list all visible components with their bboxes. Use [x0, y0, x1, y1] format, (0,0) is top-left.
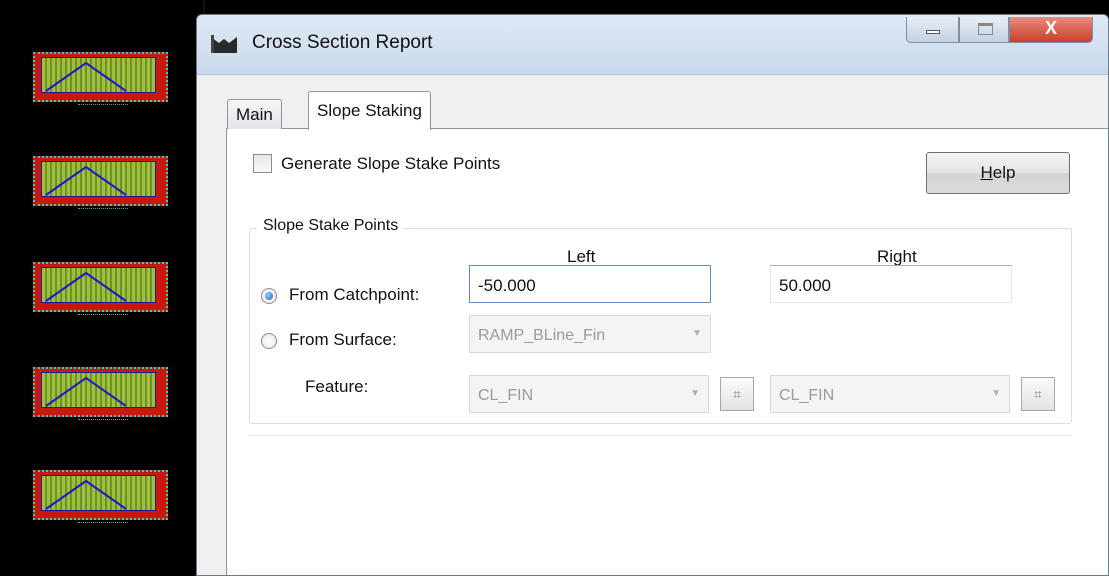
from-surface-radio[interactable] [261, 333, 277, 349]
from-surface-label[interactable]: From Surface: [289, 330, 397, 350]
left-feature-select[interactable]: CL_FIN ▼ [469, 375, 709, 413]
right-feature-value: CL_FIN [779, 387, 835, 404]
minimize-button[interactable] [906, 17, 959, 43]
left-catchpoint-input[interactable]: -50.000 [469, 265, 711, 303]
cross-section-report-dialog: Cross Section Report X Main Slope Stakin… [196, 14, 1109, 576]
target-pick-icon: ⌗ [1034, 386, 1042, 402]
tab-slope-staking[interactable]: Slope Staking [308, 91, 431, 130]
divider [249, 435, 1072, 436]
right-column-header: Right [877, 247, 917, 266]
from-catchpoint-label[interactable]: From Catchpoint: [289, 285, 419, 305]
close-button[interactable]: X [1009, 17, 1093, 43]
cross-section-thumbnail [33, 367, 168, 427]
close-icon: X [1044, 18, 1057, 38]
cross-section-thumbnail [33, 156, 168, 216]
help-mnemonic: H [980, 163, 993, 182]
right-feature-select[interactable]: CL_FIN ▼ [770, 375, 1010, 413]
window-title: Cross Section Report [252, 32, 433, 53]
maximize-button[interactable] [959, 17, 1009, 43]
surface-select[interactable]: RAMP_BLine_Fin ▼ [469, 315, 711, 353]
target-pick-icon: ⌗ [733, 386, 741, 402]
chevron-down-icon: ▼ [690, 388, 700, 399]
cross-section-thumbnail [33, 52, 168, 112]
chevron-down-icon: ▼ [692, 328, 702, 339]
cross-section-icon [211, 35, 237, 53]
right-catchpoint-input[interactable]: 50.000 [770, 265, 1012, 303]
cad-view [0, 0, 205, 576]
help-button[interactable]: Help [926, 152, 1070, 194]
left-feature-pick-button[interactable]: ⌗ [720, 377, 754, 411]
minimize-icon [926, 30, 940, 34]
title-bar[interactable]: Cross Section Report X [197, 15, 1108, 75]
left-feature-value: CL_FIN [478, 387, 534, 404]
group-title: Slope Stake Points [257, 217, 405, 235]
feature-label: Feature: [305, 377, 369, 396]
surface-select-value: RAMP_BLine_Fin [478, 327, 606, 344]
cross-section-thumbnail [33, 262, 168, 322]
generate-slope-stake-checkbox[interactable] [253, 154, 272, 173]
generate-slope-stake-label[interactable]: Generate Slope Stake Points [281, 154, 500, 174]
chevron-down-icon: ▼ [991, 388, 1001, 399]
cross-section-thumbnail [33, 470, 168, 530]
help-label-rest: elp [992, 163, 1016, 182]
left-column-header: Left [567, 247, 596, 266]
right-feature-pick-button[interactable]: ⌗ [1021, 377, 1055, 411]
from-catchpoint-radio[interactable] [261, 288, 277, 304]
maximize-icon [978, 23, 993, 35]
tab-main[interactable]: Main [227, 99, 282, 129]
